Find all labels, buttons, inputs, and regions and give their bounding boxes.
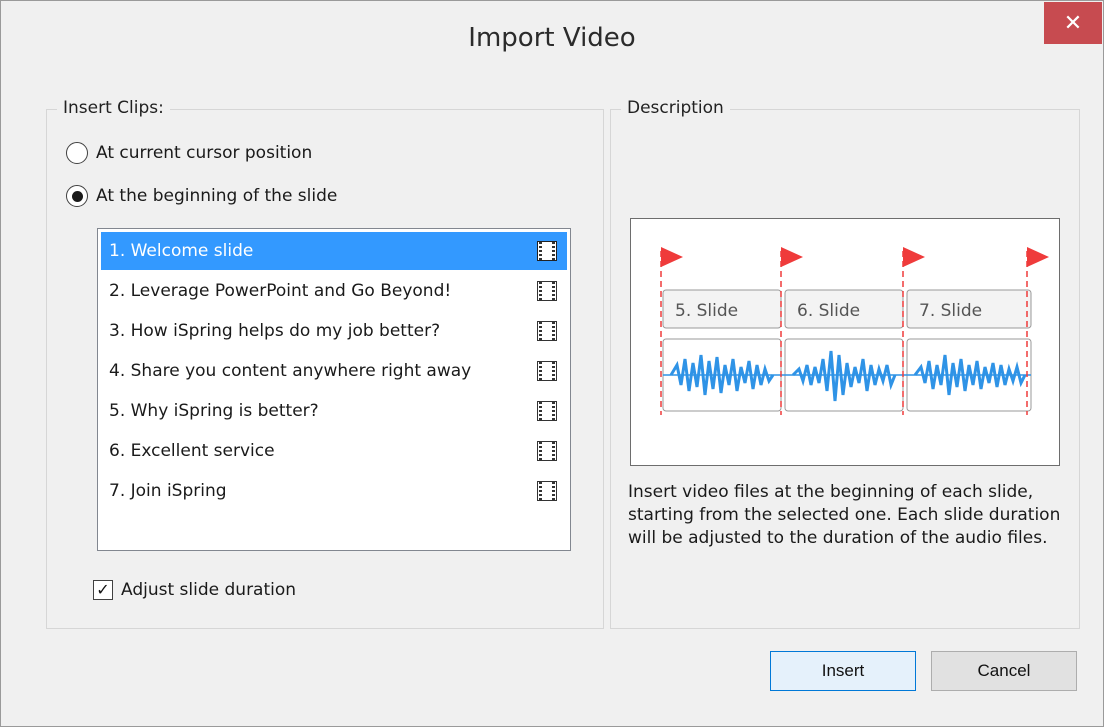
import-video-dialog: Import Video ✕ Insert Clips: At current …: [0, 0, 1104, 727]
slide-label: 5. Why iSpring is better?: [109, 401, 319, 421]
radio-beginning-of-slide-label: At the beginning of the slide: [96, 186, 338, 206]
radio-selected-dot: [71, 190, 83, 202]
slide-label: 4. Share you content anywhere right away: [109, 361, 472, 381]
dialog-body: Insert Clips: At current cursor position…: [8, 83, 1095, 719]
film-icon: [537, 281, 557, 301]
flag-icon: [1027, 247, 1049, 267]
radio-beginning-of-slide-circle[interactable]: [66, 185, 88, 207]
diagram-slide-label: 7. Slide: [919, 301, 982, 321]
list-item[interactable]: 4. Share you content anywhere right away: [101, 352, 567, 390]
adjust-duration-checkbox[interactable]: ✓ Adjust slide duration: [93, 580, 296, 600]
flag-icon: [661, 247, 683, 267]
film-icon: [537, 241, 557, 261]
close-icon: ✕: [1063, 10, 1083, 36]
slide-label: 6. Excellent service: [109, 441, 275, 461]
description-diagram: 5. Slide 6. Slide 7. Slide: [630, 218, 1060, 466]
cancel-button[interactable]: Cancel: [931, 651, 1077, 691]
radio-cursor-position-circle[interactable]: [66, 142, 88, 164]
adjust-duration-label: Adjust slide duration: [121, 580, 297, 600]
insert-clips-title: Insert Clips:: [57, 98, 170, 118]
close-button[interactable]: ✕: [1044, 2, 1102, 44]
radio-beginning-of-slide[interactable]: At the beginning of the slide: [66, 185, 337, 207]
list-item[interactable]: 5. Why iSpring is better?: [101, 392, 567, 430]
film-icon: [537, 481, 557, 501]
slides-listbox[interactable]: 1. Welcome slide 2. Leverage PowerPoint …: [97, 228, 571, 551]
title-bar: Import Video ✕: [1, 1, 1103, 83]
list-item[interactable]: 3. How iSpring helps do my job better?: [101, 312, 567, 350]
slide-label: 1. Welcome slide: [109, 241, 254, 261]
insert-button[interactable]: Insert: [770, 651, 916, 691]
diagram-slide-label: 5. Slide: [675, 301, 738, 321]
checkbox-box[interactable]: ✓: [93, 580, 113, 600]
dialog-title: Import Video: [468, 23, 636, 53]
list-item[interactable]: 7. Join iSpring: [101, 472, 567, 510]
film-icon: [537, 321, 557, 341]
description-title: Description: [621, 98, 730, 118]
flag-icon: [903, 247, 925, 267]
film-icon: [537, 441, 557, 461]
film-icon: [537, 361, 557, 381]
diagram-slide-label: 6. Slide: [797, 301, 860, 321]
list-item[interactable]: 1. Welcome slide: [101, 232, 567, 270]
radio-cursor-position-label: At current cursor position: [96, 143, 313, 163]
timeline-illustration: 5. Slide 6. Slide 7. Slide: [660, 247, 1049, 415]
radio-cursor-position[interactable]: At current cursor position: [66, 142, 312, 164]
list-item[interactable]: 6. Excellent service: [101, 432, 567, 470]
list-item[interactable]: 2. Leverage PowerPoint and Go Beyond!: [101, 272, 567, 310]
slide-label: 7. Join iSpring: [109, 481, 227, 501]
flag-icon: [781, 247, 803, 267]
slide-label: 2. Leverage PowerPoint and Go Beyond!: [109, 281, 452, 301]
description-text: Insert video files at the beginning of e…: [628, 482, 1061, 548]
film-icon: [537, 401, 557, 421]
slide-label: 3. How iSpring helps do my job better?: [109, 321, 441, 341]
